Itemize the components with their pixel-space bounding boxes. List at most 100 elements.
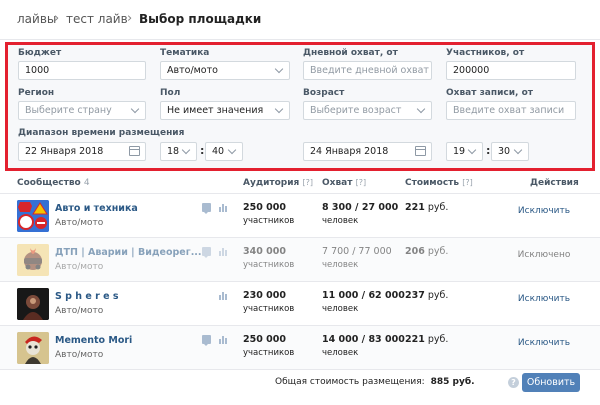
- cost-amount: 221: [405, 202, 425, 213]
- avatar-image: [17, 200, 49, 232]
- post-reach-input[interactable]: Введите охват записи: [446, 101, 576, 120]
- avatar-image: [17, 332, 49, 364]
- cost-amount: 237: [405, 290, 425, 301]
- cost-value: 237 руб.: [405, 290, 448, 301]
- to-hour-value: 19: [453, 146, 466, 157]
- reach-unit: человек: [322, 304, 359, 314]
- total-cost-label: Общая стоимость размещения:: [275, 377, 425, 387]
- daily-reach-input[interactable]: Введите дневной охват: [303, 61, 432, 80]
- age-select[interactable]: Выберите возраст: [303, 101, 432, 120]
- help-link[interactable]: [?]: [356, 178, 367, 187]
- col-reach-label: Охват: [322, 178, 353, 188]
- region-label: Регион: [18, 88, 55, 98]
- cost-value: 221 руб.: [405, 334, 448, 345]
- community-category: Авто/мото: [55, 306, 104, 316]
- to-minute-select[interactable]: 30: [491, 142, 529, 161]
- breadcrumb-lives[interactable]: лайвы: [17, 12, 56, 26]
- audience-unit: участников: [243, 348, 295, 358]
- cost-unit: руб.: [427, 290, 449, 301]
- theme-select[interactable]: Авто/мото: [160, 61, 290, 80]
- budget-label: Бюджет: [18, 48, 62, 58]
- chat-icon[interactable]: [202, 247, 211, 258]
- avatar[interactable]: [17, 332, 49, 364]
- stats-icon[interactable]: [218, 291, 227, 300]
- reach-value: 14 000 / 83 000: [322, 334, 405, 345]
- community-category: Авто/мото: [55, 218, 104, 228]
- stats-icon[interactable]: [218, 247, 227, 256]
- audience-value: 250 000: [243, 202, 286, 213]
- avatar[interactable]: [17, 288, 49, 320]
- from-minute-value: 40: [212, 146, 225, 157]
- table-row: S p h e r e s Авто/мото 230 000 участник…: [0, 282, 600, 326]
- update-button[interactable]: Обновить: [522, 373, 580, 392]
- budget-input[interactable]: 1000: [18, 61, 146, 80]
- excluded-status[interactable]: Исключено: [514, 250, 574, 260]
- members-input[interactable]: 200000: [446, 61, 576, 80]
- time-range-label: Диапазон времени размещения: [18, 128, 185, 138]
- footer: Общая стоимость размещения: 885 руб. ? Об…: [0, 370, 600, 405]
- theme-label: Тематика: [160, 48, 210, 58]
- region-select[interactable]: Выберите страну: [18, 101, 146, 120]
- post-reach-label: Охват записи, от: [446, 88, 533, 98]
- age-placeholder: Выберите возраст: [310, 105, 402, 116]
- members-label: Участников, от: [446, 48, 525, 58]
- col-actions: Действия: [530, 178, 579, 188]
- cost-unit: руб.: [427, 246, 449, 257]
- audience-unit: участников: [243, 304, 295, 314]
- gender-label: Пол: [160, 88, 181, 98]
- to-hour-select[interactable]: 19: [446, 142, 483, 161]
- community-name-link[interactable]: Авто и техника: [55, 203, 138, 214]
- col-audience[interactable]: Аудитория [?]: [243, 178, 313, 188]
- reach-unit: человек: [322, 348, 359, 358]
- reach-value: 8 300 / 27 000: [322, 202, 399, 213]
- chat-icon[interactable]: [202, 335, 211, 346]
- reach-value: 11 000 / 62 000: [322, 290, 405, 301]
- help-link[interactable]: [?]: [302, 178, 313, 187]
- avatar[interactable]: [17, 200, 49, 232]
- to-date-input[interactable]: 24 Января 2018: [303, 142, 432, 161]
- community-category: Авто/мото: [55, 262, 104, 272]
- from-hour-select[interactable]: 18: [160, 142, 197, 161]
- reach-unit: человек: [322, 260, 359, 270]
- from-minute-select[interactable]: 40: [205, 142, 243, 161]
- table-row: Memento Mori Авто/мото 250 000 участнико…: [0, 326, 600, 370]
- chevron-right-icon: ›: [54, 11, 60, 26]
- audience-unit: участников: [243, 216, 295, 226]
- col-cost-label: Стоимость: [405, 178, 460, 188]
- col-reach[interactable]: Охват [?]: [322, 178, 366, 188]
- avatar-image: [17, 244, 49, 276]
- stats-icon[interactable]: [218, 335, 227, 344]
- community-name-link[interactable]: Memento Mori: [55, 335, 132, 346]
- cost-unit: руб.: [427, 334, 449, 345]
- community-name-link[interactable]: ДТП | Аварии | Видеорег...: [55, 247, 202, 258]
- exclude-button[interactable]: Исключить: [514, 206, 574, 216]
- region-placeholder: Выберите страну: [25, 105, 112, 116]
- help-icon[interactable]: ?: [508, 377, 519, 388]
- reach-value: 7 700 / 77 000: [322, 246, 392, 257]
- cost-amount: 206: [405, 246, 425, 257]
- gender-select[interactable]: Не имеет значения: [160, 101, 290, 120]
- filters-panel: Бюджет 1000 Тематика Авто/мото Дневной о…: [5, 42, 595, 171]
- from-hour-value: 18: [167, 146, 180, 157]
- calendar-icon[interactable]: [415, 146, 426, 156]
- avatar[interactable]: [17, 244, 49, 276]
- table-row: Авто и техника Авто/мото 250 000 участни…: [0, 194, 600, 238]
- help-link[interactable]: [?]: [462, 178, 473, 187]
- cost-value: 221 руб.: [405, 202, 448, 213]
- from-date-value: 22 Января 2018: [25, 146, 104, 157]
- chevron-right-icon: ›: [127, 11, 133, 26]
- to-minute-value: 30: [498, 146, 511, 157]
- stats-icon[interactable]: [218, 203, 227, 212]
- col-cost[interactable]: Стоимость [?]: [405, 178, 473, 188]
- breadcrumb-test-live[interactable]: тест лайв: [66, 12, 128, 26]
- from-date-input[interactable]: 22 Января 2018: [18, 142, 146, 161]
- theme-value: Авто/мото: [167, 65, 218, 76]
- audience-unit: участников: [243, 260, 295, 270]
- breadcrumb: лайвы › тест лайв › Выбор площадки: [0, 0, 600, 40]
- chat-icon[interactable]: [202, 203, 211, 214]
- daily-reach-label: Дневной охват, от: [303, 48, 398, 58]
- calendar-icon[interactable]: [129, 146, 140, 156]
- exclude-button[interactable]: Исключить: [514, 294, 574, 304]
- exclude-button[interactable]: Исключить: [514, 338, 574, 348]
- community-name-link[interactable]: S p h e r e s: [55, 291, 118, 302]
